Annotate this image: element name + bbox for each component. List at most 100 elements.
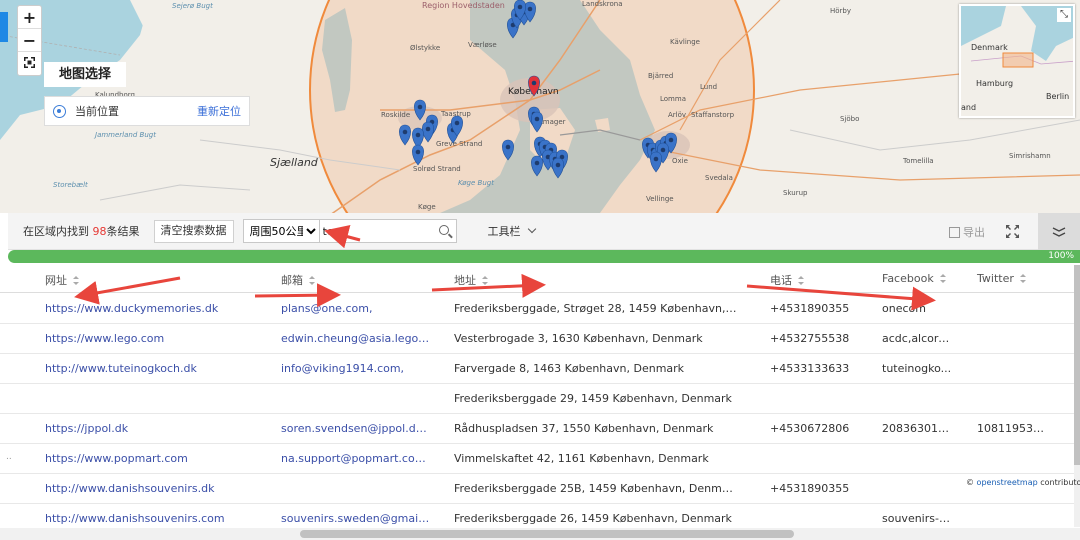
map-marker-icon[interactable] — [528, 75, 540, 97]
openstreetmap-link[interactable]: openstreetmap — [977, 478, 1038, 487]
cell-url[interactable]: http://www.danishsouvenirs.dk — [45, 482, 245, 495]
column-header-label: 邮箱 — [281, 274, 303, 287]
panel-edge-tab[interactable] — [0, 12, 8, 42]
column-header-address[interactable]: 地址 — [454, 272, 488, 288]
map-marker-icon[interactable] — [412, 144, 424, 166]
column-header-phone[interactable]: 电话 — [770, 272, 804, 288]
sort-icon[interactable] — [309, 276, 315, 285]
progress-bar: 100% — [8, 250, 1080, 263]
relocate-link[interactable]: 重新定位 — [197, 103, 241, 119]
cell-facebook: onecom — [882, 302, 926, 315]
column-header-email[interactable]: 邮箱 — [281, 272, 315, 288]
sort-icon[interactable] — [939, 274, 946, 283]
map-marker-icon[interactable] — [399, 124, 411, 146]
fullscreen-icon[interactable] — [1005, 224, 1020, 239]
sort-icon[interactable] — [1019, 274, 1026, 283]
table-header: 网址 邮箱 地址 电话 Facebook Twitter — [0, 265, 1080, 293]
cell-email[interactable]: na.support@popmart.com... — [281, 452, 431, 465]
sort-icon[interactable] — [798, 276, 804, 285]
cell-email[interactable]: soren.svendsen@jppol.dk,... — [281, 422, 431, 435]
map-marker-icon[interactable] — [414, 99, 426, 121]
minimap[interactable]: Denmark Hamburg Berlin and ⤡ — [959, 4, 1075, 118]
zoom-control: + − — [17, 5, 42, 76]
progress-label: 100% — [1048, 251, 1074, 261]
location-icon — [53, 104, 66, 118]
cell-url[interactable]: http://www.tuteinogkoch.dk — [45, 362, 245, 375]
cell-facebook: 208363016... — [882, 422, 954, 435]
table-row[interactable]: .. https://www.popmart.com na.support@po… — [0, 444, 1080, 474]
cell-address: Vesterbrogade 3, 1630 København, Denmark — [454, 332, 703, 345]
cell-phone: +4533133633 — [770, 362, 850, 375]
map-title: 地图选择 — [44, 62, 126, 87]
map-marker-icon[interactable] — [552, 157, 564, 179]
cell-email[interactable]: souvenirs.sweden@gmail.... — [281, 512, 431, 525]
cell-address: Frederiksberggade, Strøget 28, 1459 Købe… — [454, 302, 739, 315]
cell-phone: +4532755538 — [770, 332, 850, 345]
clear-search-button[interactable]: 清空搜索数据 — [153, 219, 234, 243]
cell-url[interactable]: https://www.duckymemories.dk — [45, 302, 245, 315]
chevron-down-icon — [527, 224, 536, 234]
cell-facebook: acdc,alcord... — [882, 332, 954, 345]
search-icon[interactable] — [438, 225, 449, 235]
map-view[interactable]: Sejerø Bugt Kalundborg Jammerland Bugt S… — [0, 0, 1080, 213]
location-card: 当前位置 重新定位 — [44, 96, 250, 126]
tools-dropdown[interactable]: 工具栏 — [488, 223, 536, 239]
fit-bounds-icon[interactable] — [18, 52, 41, 75]
collapse-icon[interactable] — [1038, 213, 1080, 250]
column-header-label: Twitter — [977, 272, 1014, 285]
table-row[interactable]: http://www.danishsouvenirs.dk Frederiksb… — [0, 474, 1080, 504]
radius-select[interactable]: 周围50公里 — [242, 219, 320, 243]
export-label: 导出 — [963, 226, 985, 239]
table-row[interactable]: http://www.tuteinogkoch.dk info@viking19… — [0, 354, 1080, 384]
cell-url[interactable]: https://jppol.dk — [45, 422, 245, 435]
results-toolbar: 在区域内找到 98条结果 清空搜索数据 周围50公里 工具栏 导出 — [8, 213, 1080, 250]
results-table: 网址 邮箱 地址 电话 Facebook Twitter https://www… — [0, 265, 1080, 540]
minimap-toggle-icon[interactable]: ⤡ — [1057, 8, 1071, 22]
cell-url[interactable]: https://www.lego.com — [45, 332, 245, 345]
column-header-label: 网址 — [45, 274, 67, 287]
scrollbar-thumb[interactable] — [1074, 265, 1080, 465]
cell-address: Rådhuspladsen 37, 1550 København, Denmar… — [454, 422, 714, 435]
cell-url[interactable]: https://www.popmart.com — [45, 452, 245, 465]
column-header-url[interactable]: 网址 — [45, 272, 79, 288]
table-row[interactable]: https://jppol.dk soren.svendsen@jppol.dk… — [0, 414, 1080, 444]
table-row[interactable]: https://www.duckymemories.dk plans@one.c… — [0, 294, 1080, 324]
cell-address: Frederiksberggade 26, 1459 København, De… — [454, 512, 732, 525]
export-button[interactable]: 导出 — [949, 224, 985, 240]
minimap-label: Berlin — [1046, 92, 1070, 101]
column-header-label: Facebook — [882, 272, 934, 285]
zoom-out-icon[interactable]: − — [18, 29, 41, 52]
result-count-prefix: 在区域内找到 — [23, 225, 93, 238]
map-marker-icon[interactable] — [502, 139, 514, 161]
cell-twitter: 108119537... — [977, 422, 1047, 435]
table-row[interactable]: https://www.lego.com edwin.cheung@asia.l… — [0, 324, 1080, 354]
column-header-label: 电话 — [770, 274, 792, 287]
minimap-label: and — [961, 103, 977, 112]
sort-icon[interactable] — [73, 276, 79, 285]
cell-facebook: souvenirs-s... — [882, 512, 954, 525]
scrollbar-thumb[interactable] — [300, 530, 794, 538]
search-input[interactable] — [319, 220, 430, 242]
map-attribution: © openstreetmap contributors — [966, 478, 1080, 487]
cell-email[interactable]: plans@one.com, — [281, 302, 431, 315]
column-header-twitter[interactable]: Twitter — [977, 272, 1026, 285]
zoom-in-icon[interactable]: + — [18, 6, 41, 29]
map-marker-icon[interactable] — [422, 121, 434, 143]
column-header-facebook[interactable]: Facebook — [882, 272, 946, 285]
cell-address: Farvergade 8, 1463 København, Denmark — [454, 362, 685, 375]
table-row[interactable]: Frederiksberggade 29, 1459 København, De… — [0, 384, 1080, 414]
attribution-prefix: © — [966, 478, 977, 487]
map-marker-icon[interactable] — [531, 111, 543, 133]
cell-url[interactable]: http://www.danishsouvenirs.com — [45, 512, 245, 525]
export-icon — [949, 226, 960, 238]
result-count-suffix: 条结果 — [106, 225, 140, 238]
minimap-tiles — [961, 6, 1073, 116]
sort-icon[interactable] — [482, 276, 488, 285]
map-marker-icon[interactable] — [650, 151, 662, 173]
cell-email[interactable]: info@viking1914.com, — [281, 362, 431, 375]
vertical-scrollbar[interactable] — [1074, 265, 1080, 527]
map-marker-icon[interactable] — [531, 155, 543, 177]
cell-email[interactable]: edwin.cheung@asia.lego.c... — [281, 332, 431, 345]
horizontal-scrollbar[interactable] — [0, 528, 1080, 540]
result-count: 98 — [92, 225, 107, 238]
